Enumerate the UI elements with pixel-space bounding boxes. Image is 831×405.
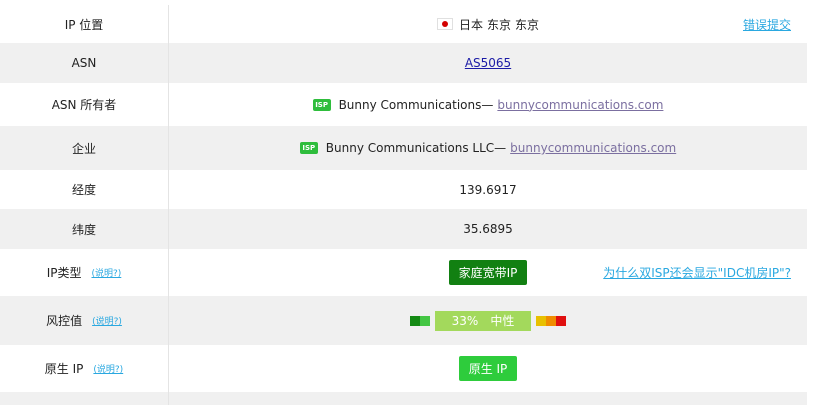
page-scroll-area[interactable] [807, 0, 831, 405]
value-risk-score: 33% 中性 [169, 296, 807, 345]
asn-link[interactable]: AS5065 [465, 56, 511, 70]
risk-level-text: 中性 [490, 314, 515, 328]
company-domain-link[interactable]: bunnycommunications.com [510, 141, 676, 155]
risk-score-value: 33% [451, 313, 479, 328]
label-latitude: 纬度 [0, 209, 169, 249]
label-risk-score: 风控值 (说明?) [0, 296, 169, 345]
asn-owner-domain-link[interactable]: bunnycommunications.com [497, 98, 663, 112]
country-text: 日本 [458, 17, 483, 32]
value-ip-location: 日本 东京 东京 错误提交 [169, 5, 807, 43]
risk-seg-3 [536, 315, 546, 326]
risk-seg-5 [556, 315, 566, 326]
isp-badge: ISP [299, 142, 318, 154]
isp-badge: ISP [312, 98, 331, 111]
row-company: 企业 ISP Bunny Communications LLC — bunnyc… [0, 126, 807, 170]
japan-flag-icon [436, 18, 453, 30]
company-name: Bunny Communications LLC [325, 141, 495, 155]
risk-seg-4 [546, 315, 556, 326]
asn-owner-name: Bunny Communications [338, 97, 482, 112]
value-longitude: 139.6917 [459, 182, 517, 197]
value-latitude: 35.6895 [463, 222, 513, 236]
label-ip-type: IP类型 (说明?) [0, 249, 169, 296]
asn-owner-separator: — [481, 97, 494, 112]
risk-score-label-text: 风控值 [46, 314, 83, 328]
value-asn-owner: ISP Bunny Communications — bunnycommunic… [169, 83, 807, 126]
label-asn-owner: ASN 所有者 [0, 83, 169, 126]
risk-seg-2 [420, 315, 430, 326]
native-ip-help-link[interactable]: (说明?) [93, 362, 123, 375]
row-asn: ASN AS5065 [0, 43, 807, 83]
row-asn-owner: ASN 所有者 ISP Bunny Communications — bunny… [0, 83, 807, 126]
value-company: ISP Bunny Communications LLC — bunnycomm… [169, 126, 807, 170]
label-longitude: 经度 [0, 170, 169, 209]
ip-type-badge: 家庭宽带IP [448, 260, 528, 285]
city-text: 东京 [515, 17, 540, 32]
native-ip-badge: 原生 IP [458, 356, 518, 381]
value-native-ip: 原生 IP [169, 345, 807, 392]
row-next-partial [0, 392, 807, 405]
row-latitude: 纬度 35.6895 [0, 209, 807, 249]
region-text: 东京 [486, 17, 511, 32]
risk-score-help-link[interactable]: (说明?) [92, 314, 122, 327]
risk-meter: 33% 中性 [410, 310, 566, 331]
row-ip-type: IP类型 (说明?) 家庭宽带IP 为什么双ISP还会显示"IDC机房IP"? [0, 249, 807, 296]
value-ip-type: 家庭宽带IP 为什么双ISP还会显示"IDC机房IP"? [169, 249, 807, 296]
risk-seg-1 [410, 315, 420, 326]
row-ip-location: IP 位置 日本 东京 东京 错误提交 [0, 5, 807, 43]
row-longitude: 经度 139.6917 [0, 170, 807, 209]
dual-isp-faq-link[interactable]: 为什么双ISP还会显示"IDC机房IP"? [603, 264, 791, 281]
ip-type-help-link[interactable]: (说明?) [91, 266, 121, 279]
label-native-ip: 原生 IP (说明?) [0, 345, 169, 392]
row-risk-score: 风控值 (说明?) 33% 中性 [0, 296, 807, 345]
native-ip-label-text: 原生 IP [44, 362, 84, 376]
ip-info-table: IP 位置 日本 东京 东京 错误提交 ASN AS5065 ASN 所有者 I… [0, 0, 807, 405]
error-submit-link[interactable]: 错误提交 [743, 16, 791, 33]
label-ip-location: IP 位置 [0, 5, 169, 43]
risk-score-box: 33% 中性 [435, 310, 531, 331]
label-company: 企业 [0, 126, 169, 170]
value-next-partial [169, 392, 807, 405]
label-asn: ASN [0, 43, 169, 83]
row-native-ip: 原生 IP (说明?) 原生 IP [0, 345, 807, 392]
ip-type-label-text: IP类型 [46, 266, 82, 280]
label-next-partial [0, 392, 169, 405]
value-asn: AS5065 [169, 43, 807, 83]
company-separator: — [494, 141, 507, 155]
